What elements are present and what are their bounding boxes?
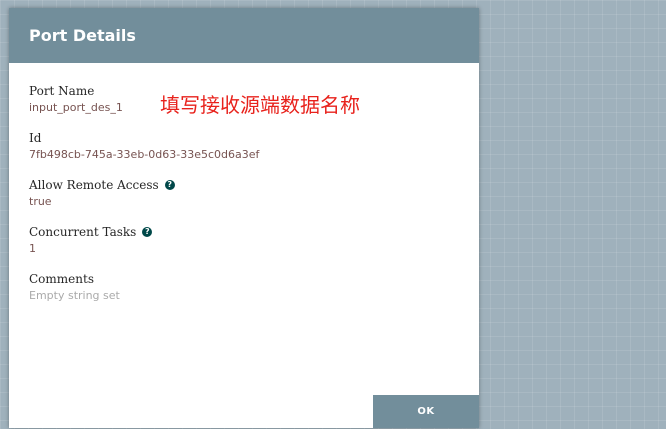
field-comments: Comments Empty string set <box>29 271 459 304</box>
help-icon[interactable]: ? <box>142 227 153 237</box>
concurrent-tasks-value: 1 <box>29 242 36 255</box>
field-concurrent-tasks: Concurrent Tasks ? 1 <box>29 224 459 257</box>
field-allow-remote-access: Allow Remote Access ? true <box>29 177 459 210</box>
concurrent-tasks-label: Concurrent Tasks <box>29 225 137 239</box>
port-details-dialog: Port Details Port Name input_port_des_1 … <box>9 8 479 428</box>
help-icon[interactable]: ? <box>164 180 175 190</box>
ok-button[interactable]: OK <box>373 395 479 428</box>
id-value: 7fb498cb-745a-33eb-0d63-33e5c0d6a3ef <box>29 148 260 161</box>
allow-remote-access-label-row: Allow Remote Access ? <box>29 177 459 193</box>
allow-remote-access-label: Allow Remote Access <box>29 178 159 192</box>
field-id: Id 7fb498cb-745a-33eb-0d63-33e5c0d6a3ef <box>29 130 459 163</box>
dialog-title: Port Details <box>9 8 479 63</box>
dialog-body: Port Name input_port_des_1 Id 7fb498cb-7… <box>9 63 479 393</box>
id-label: Id <box>29 131 42 145</box>
comments-value: Empty string set <box>29 289 120 302</box>
allow-remote-access-value: true <box>29 195 52 208</box>
annotation-text: 填写接收源端数据名称 <box>160 93 360 117</box>
comments-label: Comments <box>29 272 94 286</box>
concurrent-tasks-label-row: Concurrent Tasks ? <box>29 224 459 240</box>
